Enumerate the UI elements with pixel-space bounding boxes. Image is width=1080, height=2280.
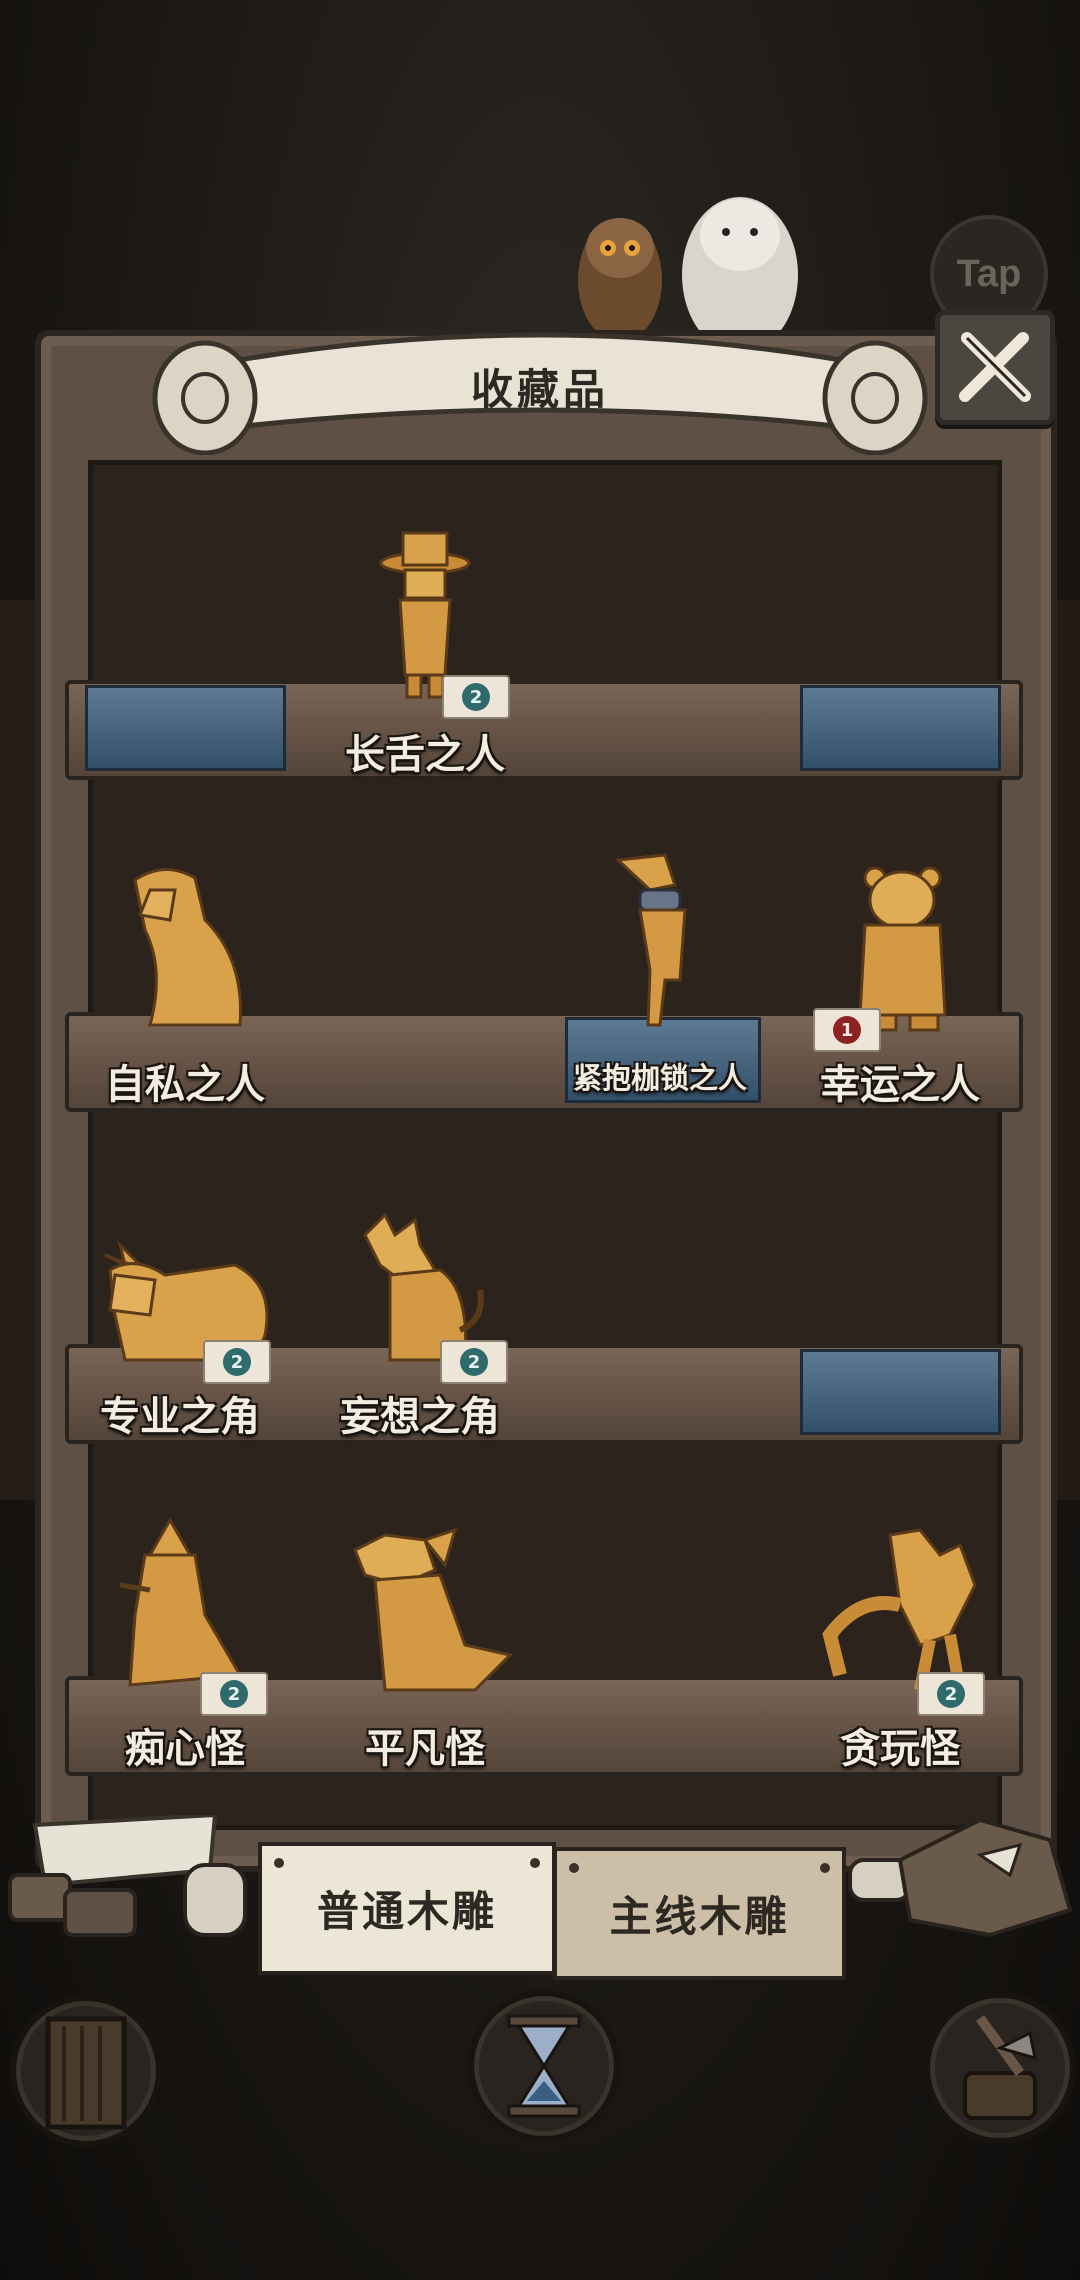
- tab-main-label: 主线木雕: [609, 1892, 790, 1941]
- statue-ordinary[interactable]: [345, 1525, 515, 1695]
- hourglass-button[interactable]: [468, 1990, 620, 2142]
- statue-infatuated[interactable]: [110, 1515, 250, 1695]
- item-label: 长舌之人: [345, 731, 505, 778]
- background-wall-left: [0, 600, 40, 1500]
- close-button[interactable]: [935, 310, 1055, 425]
- door-icon: [45, 2016, 127, 2130]
- rocks-decoration: [848, 1817, 1073, 1938]
- item-label: 自私之人: [105, 1061, 265, 1108]
- tab-common-carvings[interactable]: 普通木雕: [258, 1842, 556, 1975]
- empty-slot-cloth[interactable]: [800, 1349, 1001, 1435]
- count-badge: 2: [203, 1340, 271, 1384]
- item-label: 贪玩怪: [840, 1725, 960, 1772]
- item-label: 幸运之人: [820, 1061, 980, 1108]
- empty-slot-cloth[interactable]: [800, 685, 1001, 771]
- close-x-icon: [959, 331, 1031, 402]
- statue-selfish[interactable]: [115, 860, 255, 1035]
- papers-rocks-decoration: [8, 1815, 247, 1937]
- hourglass-icon: [507, 2014, 581, 2118]
- tab-main-carvings[interactable]: 主线木雕: [553, 1847, 846, 1980]
- pin: [274, 1858, 284, 1868]
- page-title: 收藏品: [470, 365, 609, 414]
- pin: [530, 1858, 540, 1868]
- count-badge: 2: [442, 675, 510, 719]
- item-label: 妄想之角: [340, 1393, 500, 1440]
- empty-slot-cloth[interactable]: [85, 685, 286, 771]
- statue-playful[interactable]: [820, 1525, 985, 1695]
- count-badge: 1: [813, 1008, 881, 1052]
- count-badge: 2: [200, 1672, 268, 1716]
- count-badge: 2: [440, 1340, 508, 1384]
- pin: [820, 1863, 830, 1873]
- item-label: 痴心怪: [125, 1725, 245, 1772]
- item-label: 平凡怪: [365, 1725, 485, 1772]
- tap-label: Tap: [956, 252, 1022, 295]
- pin: [569, 1863, 579, 1873]
- item-label: 专业之角: [100, 1393, 260, 1440]
- statue-shackled[interactable]: [610, 850, 710, 1035]
- item-label: 紧抱枷锁之人: [572, 1061, 748, 1095]
- axe-stump-button[interactable]: [924, 1992, 1076, 2144]
- title-scroll: 收藏品: [150, 310, 930, 456]
- axe-stump-icon: [963, 2015, 1037, 2120]
- tab-common-label: 普通木雕: [316, 1887, 497, 1936]
- door-button[interactable]: [10, 1995, 162, 2147]
- count-badge: 2: [917, 1672, 985, 1716]
